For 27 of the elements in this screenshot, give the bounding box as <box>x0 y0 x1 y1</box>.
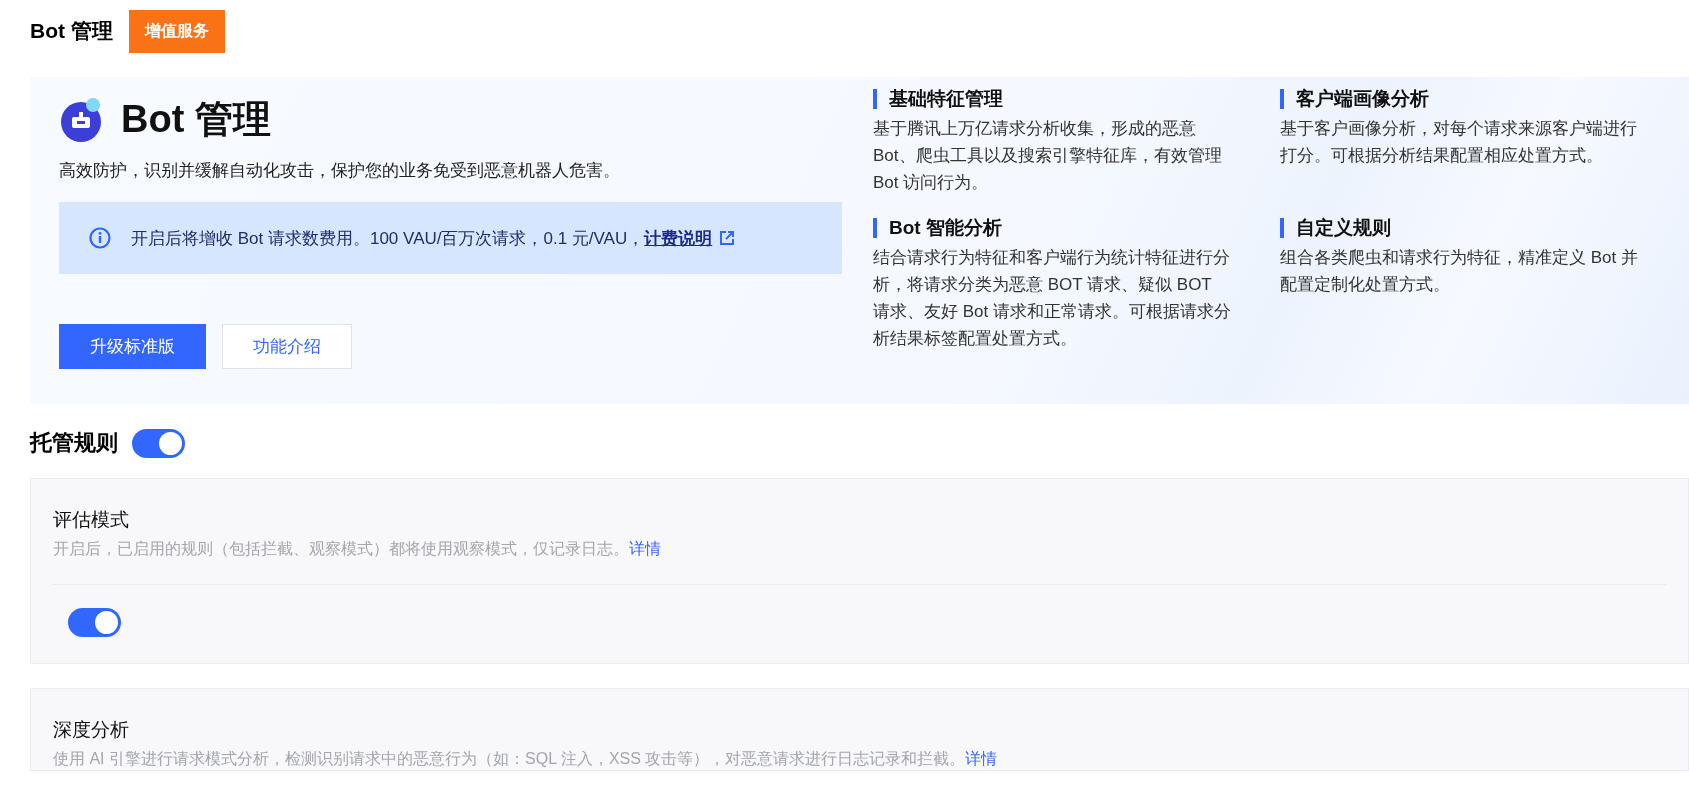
feature-description: 基于客户画像分析，对每个请求来源客户端进行打分。可根据分析结果配置相应处置方式。 <box>1280 118 1638 167</box>
feature-title: Bot 智能分析 <box>873 218 1253 238</box>
page-title: Bot 管理 <box>30 18 113 44</box>
card-title: 评估模式 <box>53 508 130 532</box>
info-icon <box>89 227 111 249</box>
toggle-switch[interactable] <box>68 608 121 637</box>
toggle-switch[interactable] <box>132 428 185 458</box>
card-description: 使用 AI 引擎进行请求模式分析，检测识别请求中的恶意行为（如：SQL 注入，XSS 攻击等），对恶意请求进行日志记录和拦截。详情 <box>53 749 999 769</box>
feature-title: 自定义规则 <box>1280 218 1660 238</box>
notice-text: 开启后将增收 Bot 请求数费用。100 VAU/百万次请求，0.1 元/VAU，计费说明 <box>131 227 713 250</box>
hero-description: 高效防护，识别并缓解自动化攻击，保护您的业务免受到恶意机器人危害。 <box>59 160 621 182</box>
value-added-badge: 增值服务 <box>128 9 225 53</box>
detail-link[interactable]: 详情 <box>629 540 661 557</box>
upgrade-button[interactable]: 升级标准版 <box>59 324 206 369</box>
intro-button[interactable]: 功能介绍 <box>222 324 352 369</box>
feature-description: 组合各类爬虫和请求行为特征，精准定义 Bot 并配置定制化处置方式。 <box>1280 247 1639 296</box>
section-title: 托管规则 <box>30 429 118 457</box>
billing-link[interactable]: 计费说明 <box>644 228 713 248</box>
card-title: 深度分析 <box>53 718 130 742</box>
external-link-icon[interactable] <box>720 231 735 245</box>
feature-description: 基于腾讯上万亿请求分析收集，形成的恶意 Bot、爬虫工具以及搜索引擎特征库，有效管理 Bot 访问行为。 <box>873 118 1223 194</box>
hero-title: Bot 管理 <box>121 97 271 142</box>
feature-title: 客户端画像分析 <box>1280 89 1660 109</box>
detail-link[interactable]: 详情 <box>965 750 998 767</box>
card-description: 开启后，已启用的规则（包括拦截、观察模式）都将使用观察模式，仅记录日志。详情 <box>53 539 662 559</box>
feature-title: 基础特征管理 <box>873 89 1253 109</box>
feature-description: 结合请求行为特征和客户端行为统计特征进行分析，将请求分类为恶意 BOT 请求、疑似 BOT 请求、友好 Bot 请求和正常请求。可根据请求分析结果标签配置处置方式。 <box>873 247 1232 350</box>
